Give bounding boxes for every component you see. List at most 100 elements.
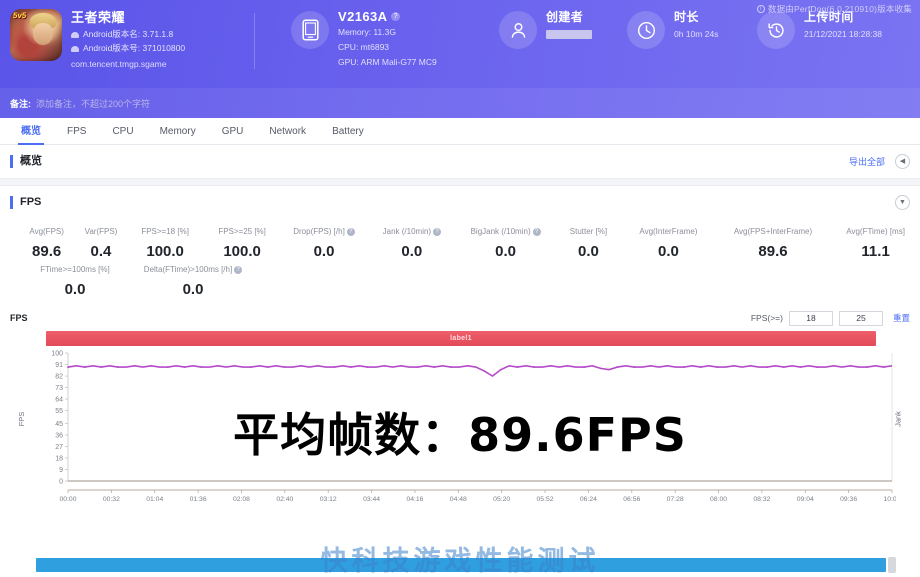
svg-text:01:36: 01:36 (190, 496, 207, 503)
svg-text:02:40: 02:40 (276, 496, 293, 503)
metric-label: FPS>=18 [%] (131, 225, 200, 239)
upload-time-block: 上传时间 21/12/2021 18:28:38 (757, 9, 882, 49)
tab-label: GPU (221, 125, 244, 137)
svg-text:100: 100 (51, 350, 63, 357)
app-name: 王者荣耀 (71, 10, 126, 25)
svg-text:02:08: 02:08 (233, 496, 250, 503)
help-icon[interactable]: ? (346, 228, 355, 236)
help-icon[interactable]: ? (433, 228, 442, 236)
metric-label-text: FTime>=100ms [%] (40, 265, 110, 274)
fps-chart-header: FPS FPS(>=) 重置 (10, 307, 910, 329)
svg-text:91: 91 (55, 362, 63, 369)
scrollbar-handle[interactable] (888, 557, 896, 573)
user-icon (499, 11, 537, 49)
metric-label-text: BigJank (/10min) (470, 227, 531, 236)
duration-label: 时长 (674, 10, 699, 24)
device-help-icon[interactable]: ? (391, 12, 401, 21)
tab-label: FPS (67, 125, 87, 137)
fps-plot-svg: 100 91 82 73 64 55 45 36 27 18 9 0 (51, 350, 893, 485)
y-axis-label: FPS (16, 411, 26, 427)
metric-label-text: Stutter [%] (569, 227, 608, 236)
help-icon[interactable]: ? (234, 266, 243, 274)
app-icon-badge: 5v5 (12, 11, 27, 20)
tab-memory[interactable]: Memory (147, 118, 209, 145)
android-icon (71, 44, 79, 52)
export-all-link[interactable]: 导出全部 (849, 155, 885, 168)
annotation-band[interactable]: label1 (46, 331, 876, 346)
metric-value: 0.0 (401, 243, 423, 260)
app-version-code: Android版本号: 371010800 (83, 43, 186, 53)
metric-delta-ftime-100ms-h: Delta(FTime)>100ms [/h]? 0.0 (128, 263, 258, 301)
y2-axis-label: Jank (893, 411, 903, 427)
remark-label: 备注: (10, 98, 31, 109)
metric-label: Avg(FPS+InterFrame) (719, 225, 827, 239)
metric-label-text: Jank (/10min) (382, 227, 432, 236)
app-version-name-row: Android版本名: 3.71.1.8 (71, 28, 185, 40)
collect-note-text: 数据由PerfDog(6.0.210910)版本收集 (767, 4, 912, 14)
metric-label-text: Delta(FTime)>100ms [/h] (143, 265, 233, 274)
metric-value: 89.6 (758, 243, 788, 260)
svg-text:9: 9 (59, 467, 63, 474)
metric-ftime-100ms: FTime>=100ms [%] 0.0 (22, 263, 128, 301)
tab-概览[interactable]: 概览 (8, 118, 54, 145)
tab-fps[interactable]: FPS (54, 118, 99, 145)
help-icon[interactable]: ? (532, 228, 541, 236)
tab-label: Memory (159, 125, 196, 137)
metric-label-text: FPS>=18 [%] (141, 227, 189, 236)
fps-plot-area[interactable]: FPS Jank 100 91 82 73 64 55 45 36 27 18 9 0 (17, 349, 903, 489)
metric-avg-fps: Avg(FPS) 89.6 (18, 225, 75, 263)
metric-label-text: Var(FPS) (84, 227, 118, 236)
timeline-scrollbar[interactable] (36, 557, 896, 573)
metric-bigjank-10min: BigJank (/10min)? 0.0 (456, 225, 555, 263)
metric-stutter: Stutter [%] 0.0 (555, 225, 622, 263)
metric-avg-ftime-ms: Avg(FTime) [ms] 11.1 (831, 225, 920, 263)
metric-label: Delta(FTime)>100ms [/h]? (132, 263, 254, 277)
fps-metrics: Avg(FPS) 89.6 Var(FPS) 0.4 FPS>=18 [%] 100.0 F… (0, 219, 920, 307)
svg-text:05:52: 05:52 (537, 496, 554, 503)
metric-value: 89.6 (32, 243, 62, 260)
tab-network[interactable]: Network (256, 118, 319, 145)
metric-label-text: Avg(FTime) [ms] (846, 227, 905, 236)
svg-text:09:36: 09:36 (840, 496, 857, 503)
app-package: com.tencent.tmgp.sgame (71, 59, 167, 69)
device-memory: Memory: 11.3G (338, 27, 396, 37)
metric-value: 0.0 (64, 281, 86, 298)
tab-gpu[interactable]: GPU (209, 118, 257, 145)
app-icon-art-face (33, 23, 53, 45)
fps-metrics-row-1: Avg(FPS) 89.6 Var(FPS) 0.4 FPS>=18 [%] 100.0 F… (0, 225, 920, 263)
threshold-high-input[interactable] (838, 310, 883, 326)
remark-bar[interactable]: 备注: 添加备注，不超过200个字符 (0, 88, 920, 118)
chevron-down-icon[interactable]: ▼ (895, 195, 910, 210)
metric-label: FPS>=25 [%] (208, 225, 277, 239)
tab-cpu[interactable]: CPU (99, 118, 146, 145)
tab-battery[interactable]: Battery (319, 118, 377, 145)
metric-drop-fps-h: Drop(FPS) [/h]? 0.0 (281, 225, 368, 263)
svg-text:03:44: 03:44 (363, 496, 380, 503)
metric-value: 0.0 (313, 243, 335, 260)
svg-text:04:48: 04:48 (450, 496, 467, 503)
metric-label: BigJank (/10min)? (460, 225, 551, 239)
svg-text:00:32: 00:32 (103, 496, 120, 503)
tab-label: CPU (112, 125, 134, 137)
metric-label: Var(FPS) (79, 225, 122, 239)
reset-button[interactable]: 重置 (889, 312, 910, 324)
metric-avg-interframe: Avg(InterFrame) 0.0 (622, 225, 715, 263)
duration-block: 时长 0h 10m 24s (627, 9, 757, 49)
svg-text:64: 64 (55, 396, 63, 403)
metric-value: 0.0 (182, 281, 204, 298)
metric-value: 0.0 (657, 243, 679, 260)
svg-text:07:28: 07:28 (667, 496, 684, 503)
phone-icon (291, 11, 329, 49)
upload-time-value: 21/12/2021 18:28:38 (804, 29, 882, 39)
creator-value-redacted (546, 30, 592, 39)
svg-text:73: 73 (55, 385, 63, 392)
svg-text:08:00: 08:00 (710, 496, 727, 503)
collapse-left-icon[interactable]: ◀ (895, 154, 910, 169)
creator-block: 创建者 (499, 9, 627, 49)
android-icon (71, 30, 79, 38)
device-model-row: V2163A ? (338, 9, 437, 24)
threshold-low-input[interactable] (788, 310, 833, 326)
device-model: V2163A (338, 9, 388, 24)
fps-chart: FPS FPS(>=) 重置 label1 FPS Jank 100918273… (0, 307, 920, 507)
svg-text:09:04: 09:04 (797, 496, 814, 503)
